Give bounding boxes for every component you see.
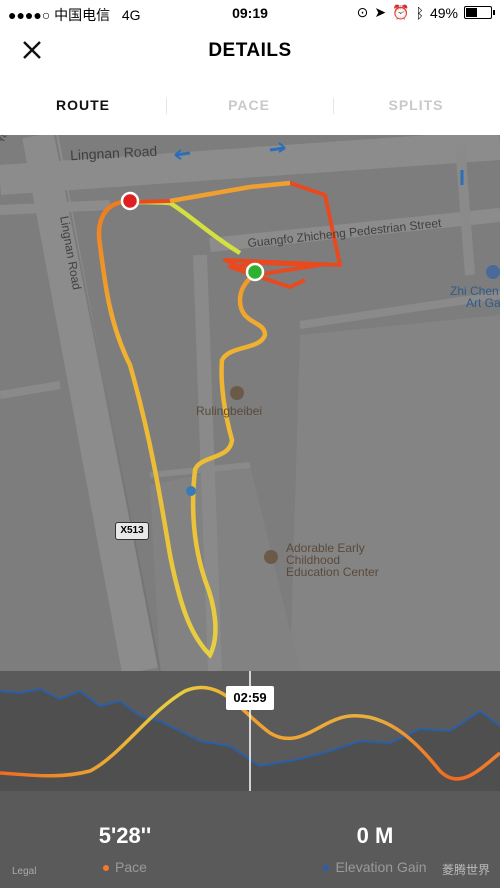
elevation-label: Elevation Gain [335, 859, 427, 875]
time-marker[interactable]: 02:59 [226, 686, 274, 710]
poi-icon [230, 386, 244, 400]
tab-route[interactable]: ROUTE [0, 97, 166, 113]
bluetooth-icon: ᛒ [415, 4, 424, 21]
transit-icon [186, 486, 196, 496]
pace-label: Pace [115, 859, 147, 875]
lock-rotation-icon: ⊙ [356, 4, 369, 20]
elevation-legend-dot [323, 865, 330, 872]
road-label: Lingnan Road [69, 142, 158, 164]
tab-bar: ROUTE PACE SPLITS [0, 78, 500, 135]
page-title: DETAILS [208, 40, 292, 61]
alarm-icon: ⏰ [392, 4, 410, 20]
elevation-value: 0 M [356, 823, 394, 848]
status-icons: ⊙ ➤ ⏰ ᛒ 49% [356, 4, 495, 21]
poi-icon [486, 265, 500, 279]
poi-label: Education Center [286, 565, 379, 579]
pace-label-row: Pace [0, 859, 250, 875]
watermark: 菱腾世界 [441, 863, 490, 877]
battery-percent: 49% [429, 4, 458, 21]
tab-splits[interactable]: SPLITS [333, 97, 499, 113]
route-map[interactable]: Lingnan Road Lingnan Road Yaokou Road Gu… [0, 135, 500, 671]
route-badge: X513 [115, 522, 149, 540]
location-icon: ➤ [374, 4, 387, 20]
poi-label: Rulingbeibei [196, 404, 263, 418]
tab-pace[interactable]: PACE [166, 97, 332, 113]
end-marker [120, 191, 140, 211]
pace-legend-dot [103, 865, 110, 872]
pace-value: 5'28'' [98, 823, 152, 848]
map-canvas [0, 135, 500, 671]
status-bar: ●●●●○ 中国电信 4G 09:19 ⊙ ➤ ⏰ ᛒ 49% [0, 0, 500, 26]
poi-icon [264, 550, 278, 564]
battery-icon [464, 6, 495, 19]
legal-link[interactable]: Legal [12, 866, 36, 877]
nav-bar: DETAILS [0, 26, 500, 79]
poi-label: Art Ga [466, 296, 500, 310]
start-marker [245, 262, 265, 282]
stats-panel: 5'28'' Pace 0 M Elevation Gain Legal 菱腾世… [0, 791, 500, 888]
